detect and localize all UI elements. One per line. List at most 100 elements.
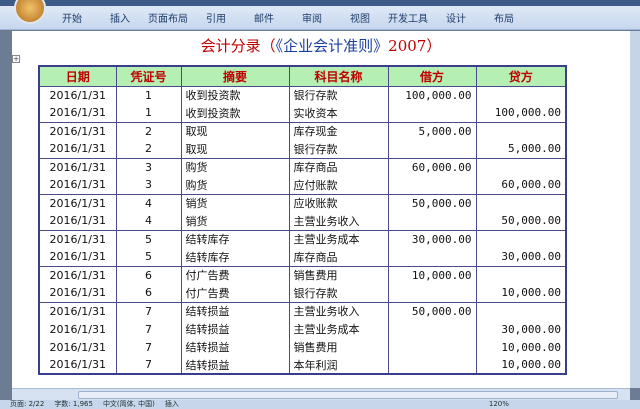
table-cell[interactable] bbox=[475, 121, 567, 140]
table-cell[interactable]: 2016/1/31 bbox=[38, 301, 117, 320]
table-cell[interactable] bbox=[387, 284, 477, 302]
table-cell[interactable]: 本年利润 bbox=[288, 356, 389, 374]
table-cell[interactable] bbox=[387, 356, 477, 374]
table-cell[interactable]: 2016/1/31 bbox=[38, 338, 117, 356]
table-cell[interactable]: 付广告费 bbox=[180, 265, 290, 284]
table-cell[interactable] bbox=[475, 265, 567, 284]
table-cell[interactable]: 4 bbox=[115, 193, 182, 212]
table-cell[interactable]: 应付账款 bbox=[288, 176, 389, 194]
table-cell[interactable]: 7 bbox=[115, 301, 182, 320]
table-cell[interactable]: 结转损益 bbox=[180, 320, 290, 338]
table-cell[interactable]: 库存商品 bbox=[288, 248, 389, 266]
table-cell[interactable]: 2016/1/31 bbox=[38, 104, 117, 122]
table-cell[interactable]: 2016/1/31 bbox=[38, 356, 117, 374]
ribbon-tab[interactable]: 引用 bbox=[192, 10, 240, 25]
table-cell[interactable]: 6 bbox=[115, 265, 182, 284]
table-cell[interactable]: 5,000.00 bbox=[475, 140, 567, 158]
table-cell[interactable]: 2016/1/31 bbox=[38, 320, 117, 338]
table-cell[interactable]: 10,000.00 bbox=[475, 284, 567, 302]
table-cell[interactable]: 2016/1/31 bbox=[38, 140, 117, 158]
table-cell[interactable]: 取现 bbox=[180, 140, 290, 158]
table-cell[interactable]: 3 bbox=[115, 157, 182, 176]
table-cell[interactable]: 60,000.00 bbox=[387, 157, 477, 176]
table-cell[interactable]: 2 bbox=[115, 121, 182, 140]
table-cell[interactable]: 取现 bbox=[180, 121, 290, 140]
table-cell[interactable]: 主营业务收入 bbox=[288, 212, 389, 230]
table-cell[interactable]: 应收账款 bbox=[288, 193, 389, 212]
table-cell[interactable] bbox=[475, 85, 567, 104]
table-cell[interactable]: 主营业务成本 bbox=[288, 229, 389, 248]
table-cell[interactable]: 银行存款 bbox=[288, 284, 389, 302]
table-cell[interactable] bbox=[387, 248, 477, 266]
insert-mode[interactable]: 插入 bbox=[165, 400, 179, 409]
table-cell[interactable]: 银行存款 bbox=[288, 140, 389, 158]
table-move-handle-icon[interactable]: + bbox=[12, 55, 20, 63]
table-cell[interactable]: 5,000.00 bbox=[387, 121, 477, 140]
table-cell[interactable]: 10,000.00 bbox=[475, 338, 567, 356]
scroll-thumb[interactable] bbox=[78, 391, 618, 399]
table-cell[interactable]: 付广告费 bbox=[180, 284, 290, 302]
ribbon-tab[interactable]: 开始 bbox=[48, 10, 96, 25]
table-cell[interactable]: 30,000.00 bbox=[475, 248, 567, 266]
table-cell[interactable]: 主营业务收入 bbox=[288, 301, 389, 320]
table-cell[interactable]: 结转损益 bbox=[180, 338, 290, 356]
table-cell[interactable] bbox=[387, 320, 477, 338]
table-cell[interactable]: 2016/1/31 bbox=[38, 265, 117, 284]
table-cell[interactable]: 5 bbox=[115, 229, 182, 248]
table-cell[interactable] bbox=[387, 140, 477, 158]
table-cell[interactable]: 1 bbox=[115, 85, 182, 104]
table-cell[interactable]: 库存商品 bbox=[288, 157, 389, 176]
table-cell[interactable]: 50,000.00 bbox=[387, 193, 477, 212]
table-cell[interactable]: 购货 bbox=[180, 157, 290, 176]
table-cell[interactable]: 30,000.00 bbox=[387, 229, 477, 248]
table-cell[interactable]: 2016/1/31 bbox=[38, 85, 117, 104]
table-cell[interactable]: 实收资本 bbox=[288, 104, 389, 122]
table-cell[interactable]: 2 bbox=[115, 140, 182, 158]
table-cell[interactable]: 6 bbox=[115, 284, 182, 302]
table-cell[interactable]: 100,000.00 bbox=[475, 104, 567, 122]
table-cell[interactable]: 收到投资款 bbox=[180, 85, 290, 104]
word-count[interactable]: 字数: 1,965 bbox=[54, 400, 93, 409]
zoom-level[interactable]: 120% bbox=[489, 400, 509, 409]
ribbon-tab[interactable]: 页面布局 bbox=[144, 10, 192, 25]
table-cell[interactable] bbox=[387, 338, 477, 356]
vertical-scrollbar[interactable] bbox=[630, 31, 640, 388]
table-cell[interactable]: 2016/1/31 bbox=[38, 229, 117, 248]
table-cell[interactable]: 1 bbox=[115, 104, 182, 122]
page-count[interactable]: 页面: 2/22 bbox=[10, 400, 44, 409]
table-cell[interactable]: 银行存款 bbox=[288, 85, 389, 104]
table-cell[interactable]: 5 bbox=[115, 248, 182, 266]
table-cell[interactable]: 10,000.00 bbox=[387, 265, 477, 284]
table-cell[interactable]: 60,000.00 bbox=[475, 176, 567, 194]
table-cell[interactable]: 销售费用 bbox=[288, 338, 389, 356]
table-cell[interactable]: 2016/1/31 bbox=[38, 248, 117, 266]
table-cell[interactable]: 4 bbox=[115, 212, 182, 230]
horizontal-scrollbar[interactable] bbox=[12, 388, 630, 400]
table-cell[interactable]: 库存现金 bbox=[288, 121, 389, 140]
table-cell[interactable] bbox=[475, 193, 567, 212]
table-cell[interactable]: 7 bbox=[115, 356, 182, 374]
table-cell[interactable]: 结转库存 bbox=[180, 248, 290, 266]
table-cell[interactable] bbox=[387, 176, 477, 194]
table-cell[interactable]: 2016/1/31 bbox=[38, 121, 117, 140]
table-cell[interactable] bbox=[475, 229, 567, 248]
ribbon-tab[interactable]: 开发工具 bbox=[384, 10, 432, 25]
table-cell[interactable] bbox=[387, 212, 477, 230]
table-cell[interactable]: 结转库存 bbox=[180, 229, 290, 248]
table-cell[interactable] bbox=[387, 104, 477, 122]
table-cell[interactable]: 2016/1/31 bbox=[38, 157, 117, 176]
ribbon-tab[interactable]: 邮件 bbox=[240, 10, 288, 25]
ribbon-tab[interactable]: 视图 bbox=[336, 10, 384, 25]
table-cell[interactable]: 结转损益 bbox=[180, 301, 290, 320]
ribbon-tab[interactable]: 设计 bbox=[432, 10, 480, 25]
table-cell[interactable]: 销货 bbox=[180, 193, 290, 212]
table-cell[interactable]: 2016/1/31 bbox=[38, 212, 117, 230]
table-cell[interactable]: 销售费用 bbox=[288, 265, 389, 284]
table-cell[interactable]: 销货 bbox=[180, 212, 290, 230]
table-cell[interactable]: 收到投资款 bbox=[180, 104, 290, 122]
table-cell[interactable]: 100,000.00 bbox=[387, 85, 477, 104]
table-cell[interactable]: 3 bbox=[115, 176, 182, 194]
table-cell[interactable]: 10,000.00 bbox=[475, 356, 567, 374]
table-cell[interactable]: 7 bbox=[115, 338, 182, 356]
language[interactable]: 中文(简体, 中国) bbox=[103, 400, 155, 409]
